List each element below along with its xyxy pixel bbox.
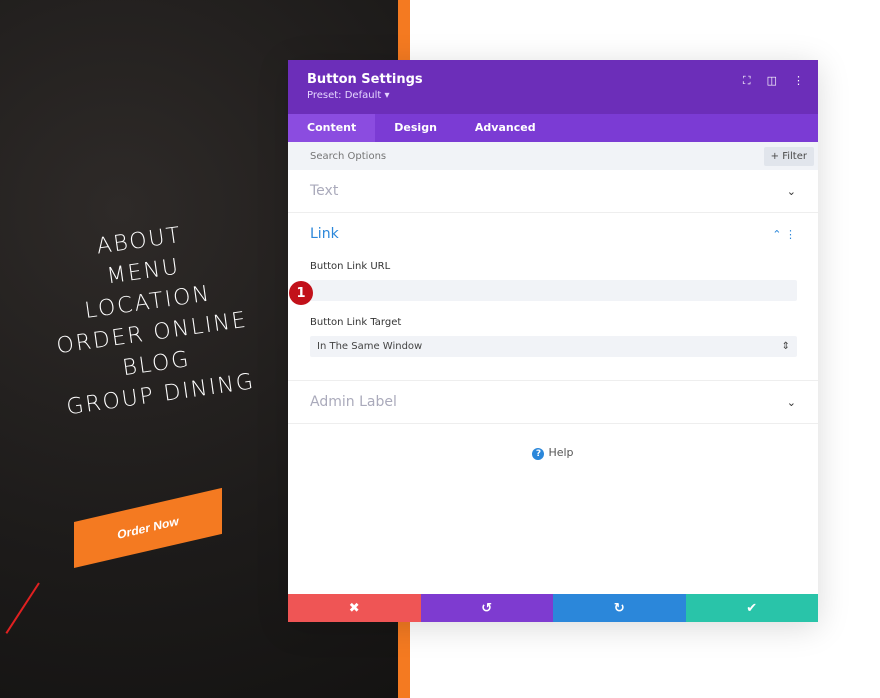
help-label: Help <box>548 446 574 459</box>
chevron-up-icon[interactable]: ⌃ ⋮ <box>772 228 796 241</box>
more-options-icon[interactable]: ⋮ <box>793 74 804 88</box>
section-admin-label: Admin Label ⌄ <box>288 381 818 424</box>
modal-header: Button Settings Preset: Default ▾ ⛶ ◫ ⋮ <box>288 60 818 114</box>
undo-button[interactable]: ↺ <box>420 594 553 622</box>
cancel-button[interactable]: ✖ <box>288 594 421 622</box>
section-admin-title: Admin Label <box>310 394 397 410</box>
link-url-label: Button Link URL <box>310 261 391 272</box>
link-target-label: Button Link Target <box>310 317 402 328</box>
section-text-header[interactable]: Text ⌄ <box>310 170 796 212</box>
preset-selector[interactable]: Preset: Default ▾ <box>307 90 799 101</box>
modal-title: Button Settings <box>307 72 423 87</box>
section-text-title: Text <box>310 183 339 199</box>
step-badge: 1 <box>289 281 313 305</box>
search-bar: + Filter <box>288 142 818 170</box>
save-button[interactable]: ✔ <box>685 594 818 622</box>
chevron-down-icon[interactable]: ⌄ <box>787 185 796 198</box>
redo-icon: ↻ <box>613 600 625 616</box>
section-admin-header[interactable]: Admin Label ⌄ <box>310 381 796 423</box>
split-view-icon[interactable]: ◫ <box>767 74 777 88</box>
search-input[interactable] <box>310 150 435 162</box>
fullscreen-icon[interactable]: ⛶ <box>743 74 751 88</box>
order-now-label: Order Now <box>117 513 179 542</box>
chevron-down-icon[interactable]: ⌄ <box>787 396 796 409</box>
close-icon: ✖ <box>348 600 360 616</box>
section-link-title: Link <box>310 226 339 242</box>
tab-bar: Content Design Advanced <box>288 114 818 142</box>
link-target-select[interactable]: In The Same Window ⇕ <box>310 336 797 357</box>
undo-icon: ↺ <box>481 600 493 616</box>
select-arrows-icon: ⇕ <box>781 341 790 352</box>
tab-advanced[interactable]: Advanced <box>456 114 555 142</box>
link-url-input[interactable] <box>310 280 797 301</box>
redo-button[interactable]: ↻ <box>553 594 686 622</box>
modal-footer: ✖ ↺ ↻ ✔ <box>288 594 818 622</box>
section-link-header[interactable]: Link ⌃ ⋮ <box>310 213 796 255</box>
section-link: Link ⌃ ⋮ Button Link URL Button Link Targ… <box>288 213 818 381</box>
help-link[interactable]: ? Help <box>288 446 818 460</box>
button-settings-modal: Button Settings Preset: Default ▾ ⛶ ◫ ⋮ … <box>288 60 818 622</box>
link-target-value: In The Same Window <box>317 341 423 352</box>
check-icon: ✔ <box>746 600 758 616</box>
tab-design[interactable]: Design <box>375 114 456 142</box>
filter-button[interactable]: + Filter <box>763 146 814 166</box>
tab-content[interactable]: Content <box>288 114 376 142</box>
nav-menu: ABOUT MENU LOCATION ORDER ONLINE BLOG GR… <box>28 211 272 426</box>
section-text: Text ⌄ <box>288 170 818 213</box>
help-icon: ? <box>532 448 545 460</box>
